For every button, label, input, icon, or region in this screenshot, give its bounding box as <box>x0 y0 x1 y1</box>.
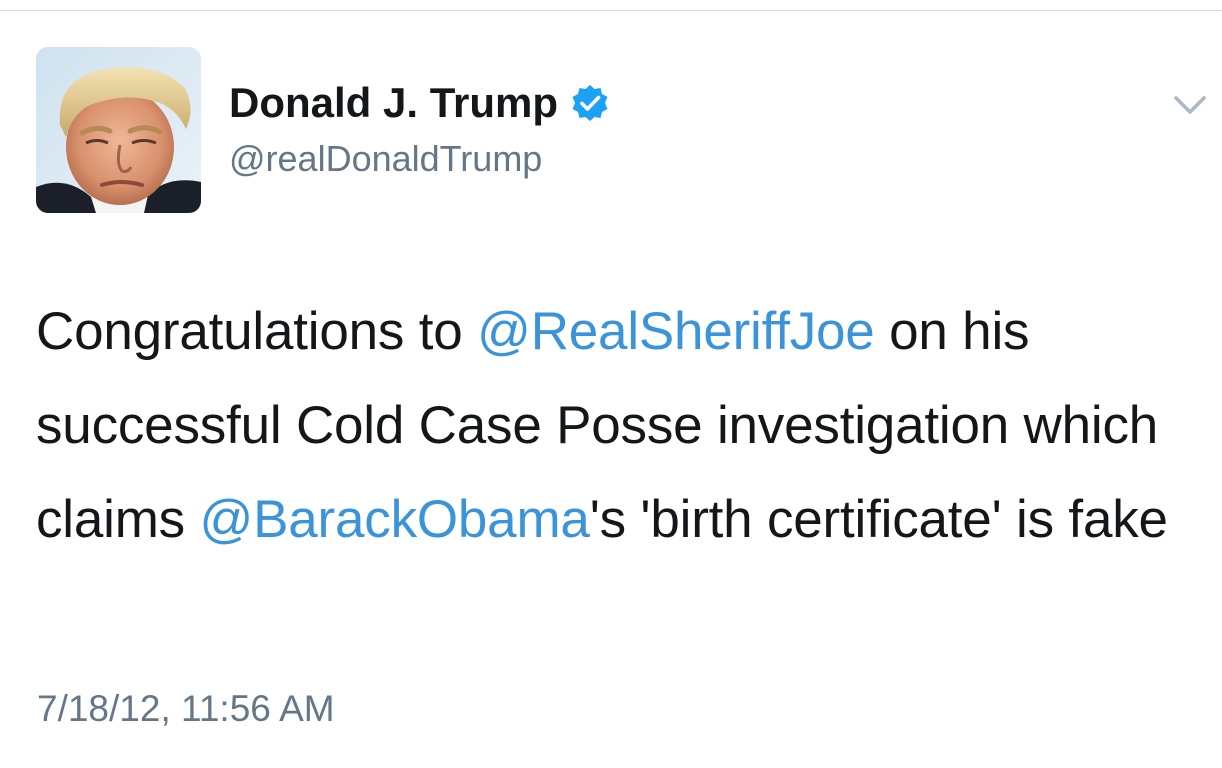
tweet-text-part: Congratulations to <box>36 302 478 361</box>
tweet-timestamp[interactable]: 7/18/12, 11:56 AM <box>37 685 335 733</box>
mention-link[interactable]: @RealSheriffJoe <box>477 302 875 361</box>
author-display-name[interactable]: Donald J. Trump <box>229 78 610 128</box>
mention-link[interactable]: @BarackObama <box>200 490 590 549</box>
tweet-text-part: 's 'birth certificate' is fake <box>589 490 1168 549</box>
avatar[interactable] <box>36 47 201 213</box>
display-name-text: Donald J. Trump <box>229 79 559 126</box>
tweet-menu-button[interactable] <box>1170 90 1210 120</box>
verified-badge-icon <box>572 85 608 121</box>
tweet-page: Donald J. Trump @realDonaldTrump Congrat… <box>0 0 1222 768</box>
avatar-portrait <box>36 47 201 213</box>
top-divider <box>0 10 1222 11</box>
chevron-down-icon <box>1174 96 1206 114</box>
author-handle[interactable]: @realDonaldTrump <box>229 137 542 181</box>
tweet-text: Congratulations to @RealSheriffJoe on hi… <box>36 285 1211 567</box>
